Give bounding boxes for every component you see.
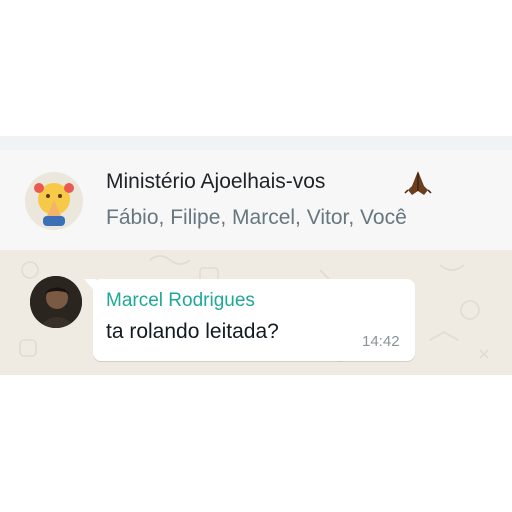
top-strip — [0, 136, 512, 150]
group-members: Fábio, Filipe, Marcel, Vitor, Você — [106, 206, 407, 229]
message-text: ta rolando leitada? — [106, 320, 279, 343]
praying-emoji-avatar-icon — [25, 172, 83, 230]
group-avatar[interactable] — [25, 172, 83, 230]
message-timestamp: 14:42 — [362, 333, 400, 350]
folded-hands-icon — [403, 170, 433, 201]
group-title: Ministério Ajoelhais-vos — [106, 170, 326, 193]
user-avatar-icon — [30, 276, 82, 328]
sender-avatar[interactable] — [30, 276, 82, 328]
sender-name[interactable]: Marcel Rodrigues — [106, 290, 255, 312]
